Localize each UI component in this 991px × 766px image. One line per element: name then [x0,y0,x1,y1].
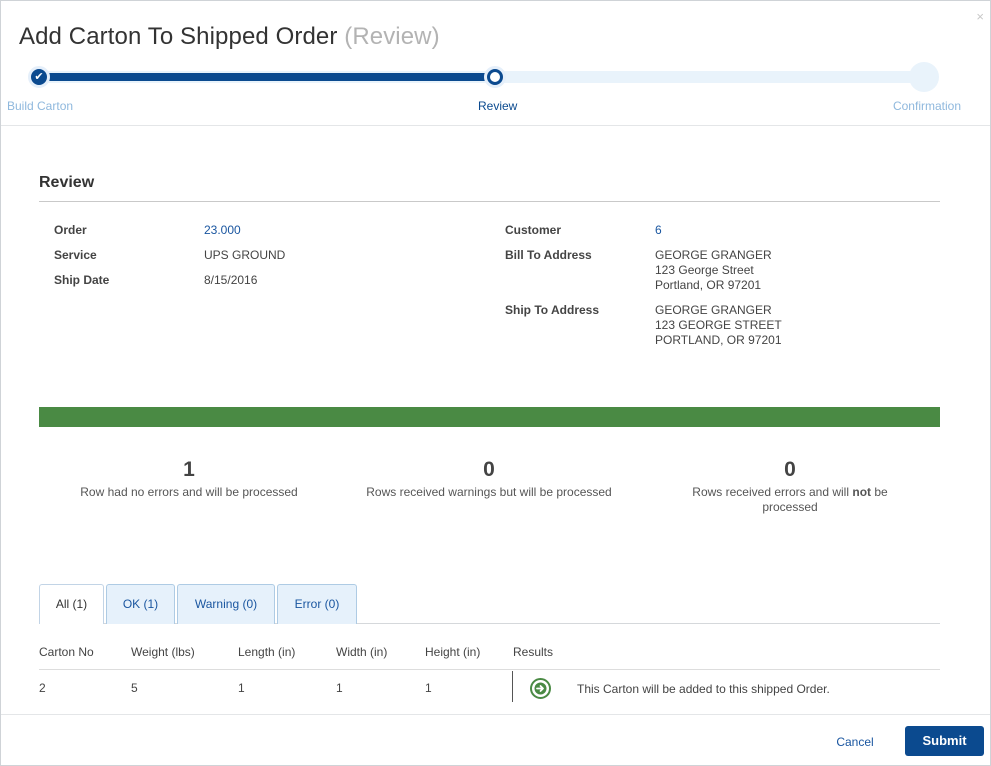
cell-weight: 5 [131,681,138,695]
column-header-results: Results [513,645,554,659]
cell-length: 1 [238,681,245,695]
step-confirmation-dot-icon [909,62,939,92]
tab-error[interactable]: Error (0) [277,584,357,624]
review-divider [39,201,940,202]
ship-date-value: 8/15/2016 [204,273,258,287]
error-rows-count: 0 [784,458,796,481]
warning-rows-text: Rows received warnings but will be proce… [366,485,612,499]
ok-rows-text: Row had no errors and will be processed [80,485,298,499]
arrow-right-circle-icon [530,678,551,699]
error-rows-summary: 0 Rows received errors and will not be p… [668,458,912,515]
validation-status-bar [39,407,940,427]
error-rows-text: Rows received errors and will not be pro… [668,485,912,515]
step-label-confirmation: Confirmation [892,99,961,113]
dialog-title: Add Carton To Shipped Order (Review) [19,23,440,51]
cell-carton-no: 2 [39,681,46,695]
column-header-weight: Weight (lbs) [131,645,195,659]
header-divider [1,125,990,126]
bill-to-label: Bill To Address [505,248,592,262]
warning-rows-summary: 0 Rows received warnings but will be pro… [339,458,639,500]
cancel-button[interactable]: Cancel [819,728,891,756]
service-label: Service [54,248,97,262]
ok-rows-count: 1 [183,458,195,481]
step-label-review: Review [478,99,518,113]
footer-divider [1,714,990,715]
warning-rows-count: 0 [483,458,495,481]
ok-rows-summary: 1 Row had no errors and will be processe… [39,458,339,500]
stepper-progress [39,73,495,81]
column-header-carton-no: Carton No [39,645,94,659]
bill-to-line: GEORGE GRANGER [655,248,772,262]
step-build-carton-check-icon: ✔ [28,66,50,88]
error-text-emphasis: not [852,485,872,499]
cell-result-text: This Carton will be added to this shippe… [577,682,830,696]
error-text-part: Rows received errors and will [692,485,853,499]
submit-button[interactable]: Submit [905,726,984,756]
bill-to-line: 123 George Street [655,263,754,277]
step-review-dot-icon [484,66,506,88]
step-label-build-carton: Build Carton [7,99,74,113]
results-separator [512,671,513,702]
cell-width: 1 [336,681,343,695]
cell-height: 1 [425,681,432,695]
service-value: UPS GROUND [204,248,286,262]
customer-label: Customer [505,223,562,237]
customer-value[interactable]: 6 [655,223,662,238]
column-header-length: Length (in) [238,645,296,659]
tab-ok[interactable]: OK (1) [106,584,175,624]
bill-to-address: GEORGE GRANGER 123 George Street Portlan… [655,248,772,293]
ship-to-line: 123 GEORGE STREET [655,318,782,332]
table-header-divider [39,669,940,670]
tab-all[interactable]: All (1) [39,584,104,624]
order-label: Order [54,223,87,237]
ship-to-line: GEORGE GRANGER [655,303,772,317]
ship-date-label: Ship Date [54,273,110,287]
add-carton-dialog: × Add Carton To Shipped Order (Review) ✔… [0,0,991,766]
dialog-subtitle: (Review) [344,23,440,50]
ship-to-address: GEORGE GRANGER 123 GEORGE STREET PORTLAN… [655,303,782,348]
dialog-title-text: Add Carton To Shipped Order [19,23,338,50]
column-header-height: Height (in) [425,645,481,659]
review-heading: Review [39,174,95,191]
ship-to-label: Ship To Address [505,303,600,317]
tab-warning[interactable]: Warning (0) [177,584,275,624]
column-header-width: Width (in) [336,645,388,659]
ship-to-line: PORTLAND, OR 97201 [655,333,782,347]
bill-to-line: Portland, OR 97201 [655,278,762,292]
order-value[interactable]: 23.000 [204,223,241,238]
close-icon[interactable]: × [976,10,984,23]
arrow-right-glyph [534,682,547,695]
